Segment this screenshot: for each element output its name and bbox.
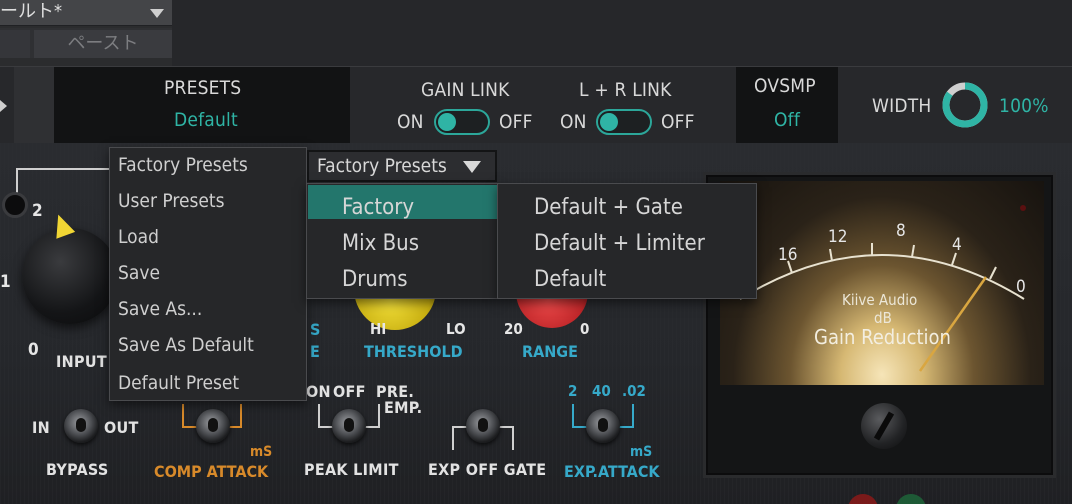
meter-scale-arc <box>739 243 1025 372</box>
range-max-label: 0 <box>580 320 590 338</box>
input-scale-1: 1 <box>0 272 11 292</box>
lr-link-label: L + R LINK <box>579 79 672 101</box>
preset-default-limiter[interactable]: Default + Limiter <box>534 231 705 256</box>
exp-attack-label: EXP.ATTACK <box>564 462 660 481</box>
comp-attack-switch[interactable] <box>196 409 230 443</box>
input-knob[interactable] <box>22 228 118 324</box>
expand-arrow-icon[interactable] <box>0 100 7 112</box>
input-jack-icon <box>2 192 28 218</box>
exp-attack-scale-2: 2 <box>568 382 578 400</box>
partial-label-bottom: E <box>310 342 320 361</box>
host-preset-selector[interactable]: ールト* <box>0 0 172 26</box>
presets-selector[interactable]: PRESETS Default <box>54 67 350 144</box>
menu-item-user-presets[interactable]: User Presets <box>118 190 225 212</box>
factory-presets-header[interactable]: Factory Presets <box>307 150 497 182</box>
bypass-switch[interactable] <box>64 409 98 443</box>
menu-item-default-preset[interactable]: Default Preset <box>118 372 239 394</box>
menu-item-save-as[interactable]: Save As... <box>118 298 202 320</box>
meter-scale-8: 8 <box>896 221 906 241</box>
exp-attack-switch[interactable] <box>586 409 620 443</box>
bypass-in-label: IN <box>32 418 50 437</box>
peak-emp-label: EMP. <box>384 398 423 417</box>
toggle-knob <box>438 113 456 131</box>
gain-link-off-label: OFF <box>499 111 533 133</box>
input-bracket <box>16 168 110 198</box>
meter-ticks <box>787 243 997 280</box>
chevron-down-icon[interactable] <box>150 9 164 18</box>
meter-scale-16: 16 <box>778 245 798 265</box>
gain-link-label: GAIN LINK <box>421 79 510 101</box>
comp-attack-label: COMP ATTACK <box>154 462 269 481</box>
lr-link-toggle[interactable] <box>596 109 652 135</box>
width-label: WIDTH <box>872 95 932 117</box>
width-value: 100% <box>999 95 1049 117</box>
range-min-label: 20 <box>504 320 523 338</box>
oversampling-selector[interactable]: OVSMP Off <box>736 67 838 144</box>
ovsmp-value[interactable]: Off <box>774 109 800 131</box>
bypass-out-label: OUT <box>104 418 139 437</box>
meter-scale-4: 4 <box>952 235 962 255</box>
exp-gate-switch[interactable] <box>466 409 500 443</box>
header-left-segment <box>14 67 54 144</box>
comp-attack-unit: mS <box>250 444 273 460</box>
lr-link-off-label: OFF <box>661 111 695 133</box>
threshold-lo-label: LO <box>446 320 466 338</box>
width-knob[interactable] <box>942 82 988 128</box>
input-scale-2: 2 <box>32 201 43 221</box>
peak-on-label: ON <box>306 382 331 401</box>
peak-limit-switch[interactable] <box>332 409 366 443</box>
meter-needle <box>918 276 988 372</box>
bypass-label: BYPASS <box>46 460 109 479</box>
presets-label: PRESETS <box>164 77 242 99</box>
exp-gate-label: EXP OFF GATE <box>428 460 547 479</box>
meter-title: Gain Reduction <box>814 325 951 349</box>
host-paste-button[interactable]: ペースト <box>34 30 172 58</box>
partial-label-top: S <box>310 320 321 339</box>
menu-item-factory-presets[interactable]: Factory Presets <box>118 154 248 176</box>
exp-attack-scale-40: 40 <box>592 382 611 400</box>
category-factory[interactable]: Factory <box>342 195 414 220</box>
gain-link-toggle[interactable] <box>434 109 490 135</box>
triangle-down-icon <box>463 161 481 173</box>
exp-attack-unit: mS <box>630 444 653 460</box>
presets-menu: Factory Presets User Presets Load Save S… <box>109 147 307 401</box>
meter-brand: Kiive Audio <box>842 291 918 309</box>
factory-presets-list: Default + Gate Default + Limiter Default <box>497 183 757 299</box>
meter-led-icon <box>1020 205 1026 211</box>
ovsmp-label: OVSMP <box>754 75 816 97</box>
menu-item-save[interactable]: Save <box>118 262 160 284</box>
host-edit-row: ペースト <box>0 28 172 58</box>
threshold-hi-label: HI <box>370 320 387 338</box>
meter-face: 16 12 8 4 0 Kiive Audio dB Gain Reductio… <box>720 181 1044 385</box>
input-label: INPUT <box>56 352 107 371</box>
exp-attack-scale-02: .02 <box>622 382 646 400</box>
peak-off-label: OFF <box>333 382 366 401</box>
presets-value[interactable]: Default <box>174 109 238 131</box>
factory-category-menu: Factory Mix Bus Drums <box>306 183 498 299</box>
peak-limit-label: PEAK LIMIT <box>304 460 399 479</box>
category-mix-bus[interactable]: Mix Bus <box>342 231 419 256</box>
meter-scale-0: 0 <box>1016 277 1026 297</box>
toggle-knob <box>600 113 618 131</box>
host-preset-name: ールト* <box>0 1 63 22</box>
preset-default[interactable]: Default <box>534 267 606 292</box>
host-toolbar: ールト* ペースト <box>0 0 1072 66</box>
range-label: RANGE <box>522 342 578 361</box>
preset-default-gate[interactable]: Default + Gate <box>534 195 683 220</box>
host-copy-button[interactable] <box>0 30 30 58</box>
threshold-label: THRESHOLD <box>364 342 463 361</box>
menu-item-load[interactable]: Load <box>118 226 159 248</box>
input-scale-0: 0 <box>28 340 39 360</box>
host-empty-area <box>172 0 1072 66</box>
meter-scale-12: 12 <box>828 227 848 247</box>
category-drums[interactable]: Drums <box>342 267 408 292</box>
meter-screw-icon <box>861 403 907 449</box>
lr-link-on-label: ON <box>560 111 587 133</box>
menu-item-save-as-default[interactable]: Save As Default <box>118 334 254 356</box>
plugin-header: PRESETS Default GAIN LINK ON OFF L + R L… <box>0 66 1072 144</box>
gain-link-on-label: ON <box>397 111 424 133</box>
factory-presets-header-label: Factory Presets <box>317 155 447 177</box>
